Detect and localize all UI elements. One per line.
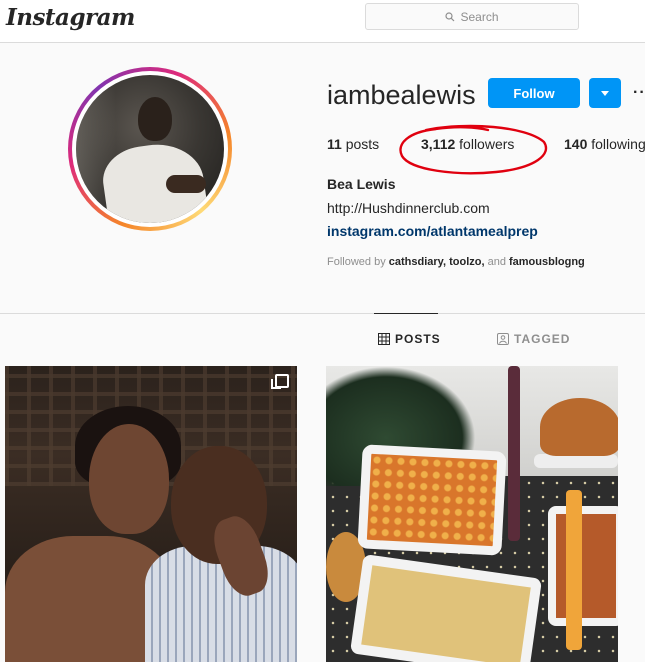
top-nav: Instagram Search xyxy=(0,0,645,43)
posts-count: 11 posts xyxy=(327,136,380,152)
carousel-icon xyxy=(271,374,289,389)
chevron-down-icon xyxy=(601,90,609,96)
profile-full-name: Bea Lewis xyxy=(327,176,396,192)
search-icon xyxy=(445,11,455,21)
more-options-button[interactable]: ··· xyxy=(633,84,645,102)
search-placeholder: Search xyxy=(460,9,499,24)
profile-website: http://Hushdinnerclub.com xyxy=(327,200,490,216)
red-circle-annotation xyxy=(399,124,547,175)
suggested-dropdown-button[interactable] xyxy=(589,78,621,108)
tab-posts[interactable]: POSTS xyxy=(378,332,441,346)
tagged-icon xyxy=(497,333,509,345)
tab-tagged[interactable]: TAGGED xyxy=(497,332,570,346)
search-input[interactable]: Search xyxy=(365,3,579,30)
follow-button[interactable]: Follow xyxy=(488,78,580,108)
post-thumbnail-1[interactable] xyxy=(5,366,297,662)
tabs-divider xyxy=(0,313,645,314)
avatar xyxy=(76,75,224,223)
grid-icon xyxy=(378,333,390,345)
active-tab-indicator xyxy=(374,313,438,314)
profile-link[interactable]: instagram.com/atlantamealprep xyxy=(327,223,538,239)
following-link[interactable]: 140 following xyxy=(564,136,645,152)
profile-avatar-ring[interactable] xyxy=(68,67,232,231)
instagram-logo[interactable]: Instagram xyxy=(6,4,135,31)
followed-by-text[interactable]: Followed by cathsdiary, toolzo, and famo… xyxy=(327,256,585,268)
post-thumbnail-2[interactable] xyxy=(326,366,618,662)
profile-username: iambealewis xyxy=(327,80,476,110)
